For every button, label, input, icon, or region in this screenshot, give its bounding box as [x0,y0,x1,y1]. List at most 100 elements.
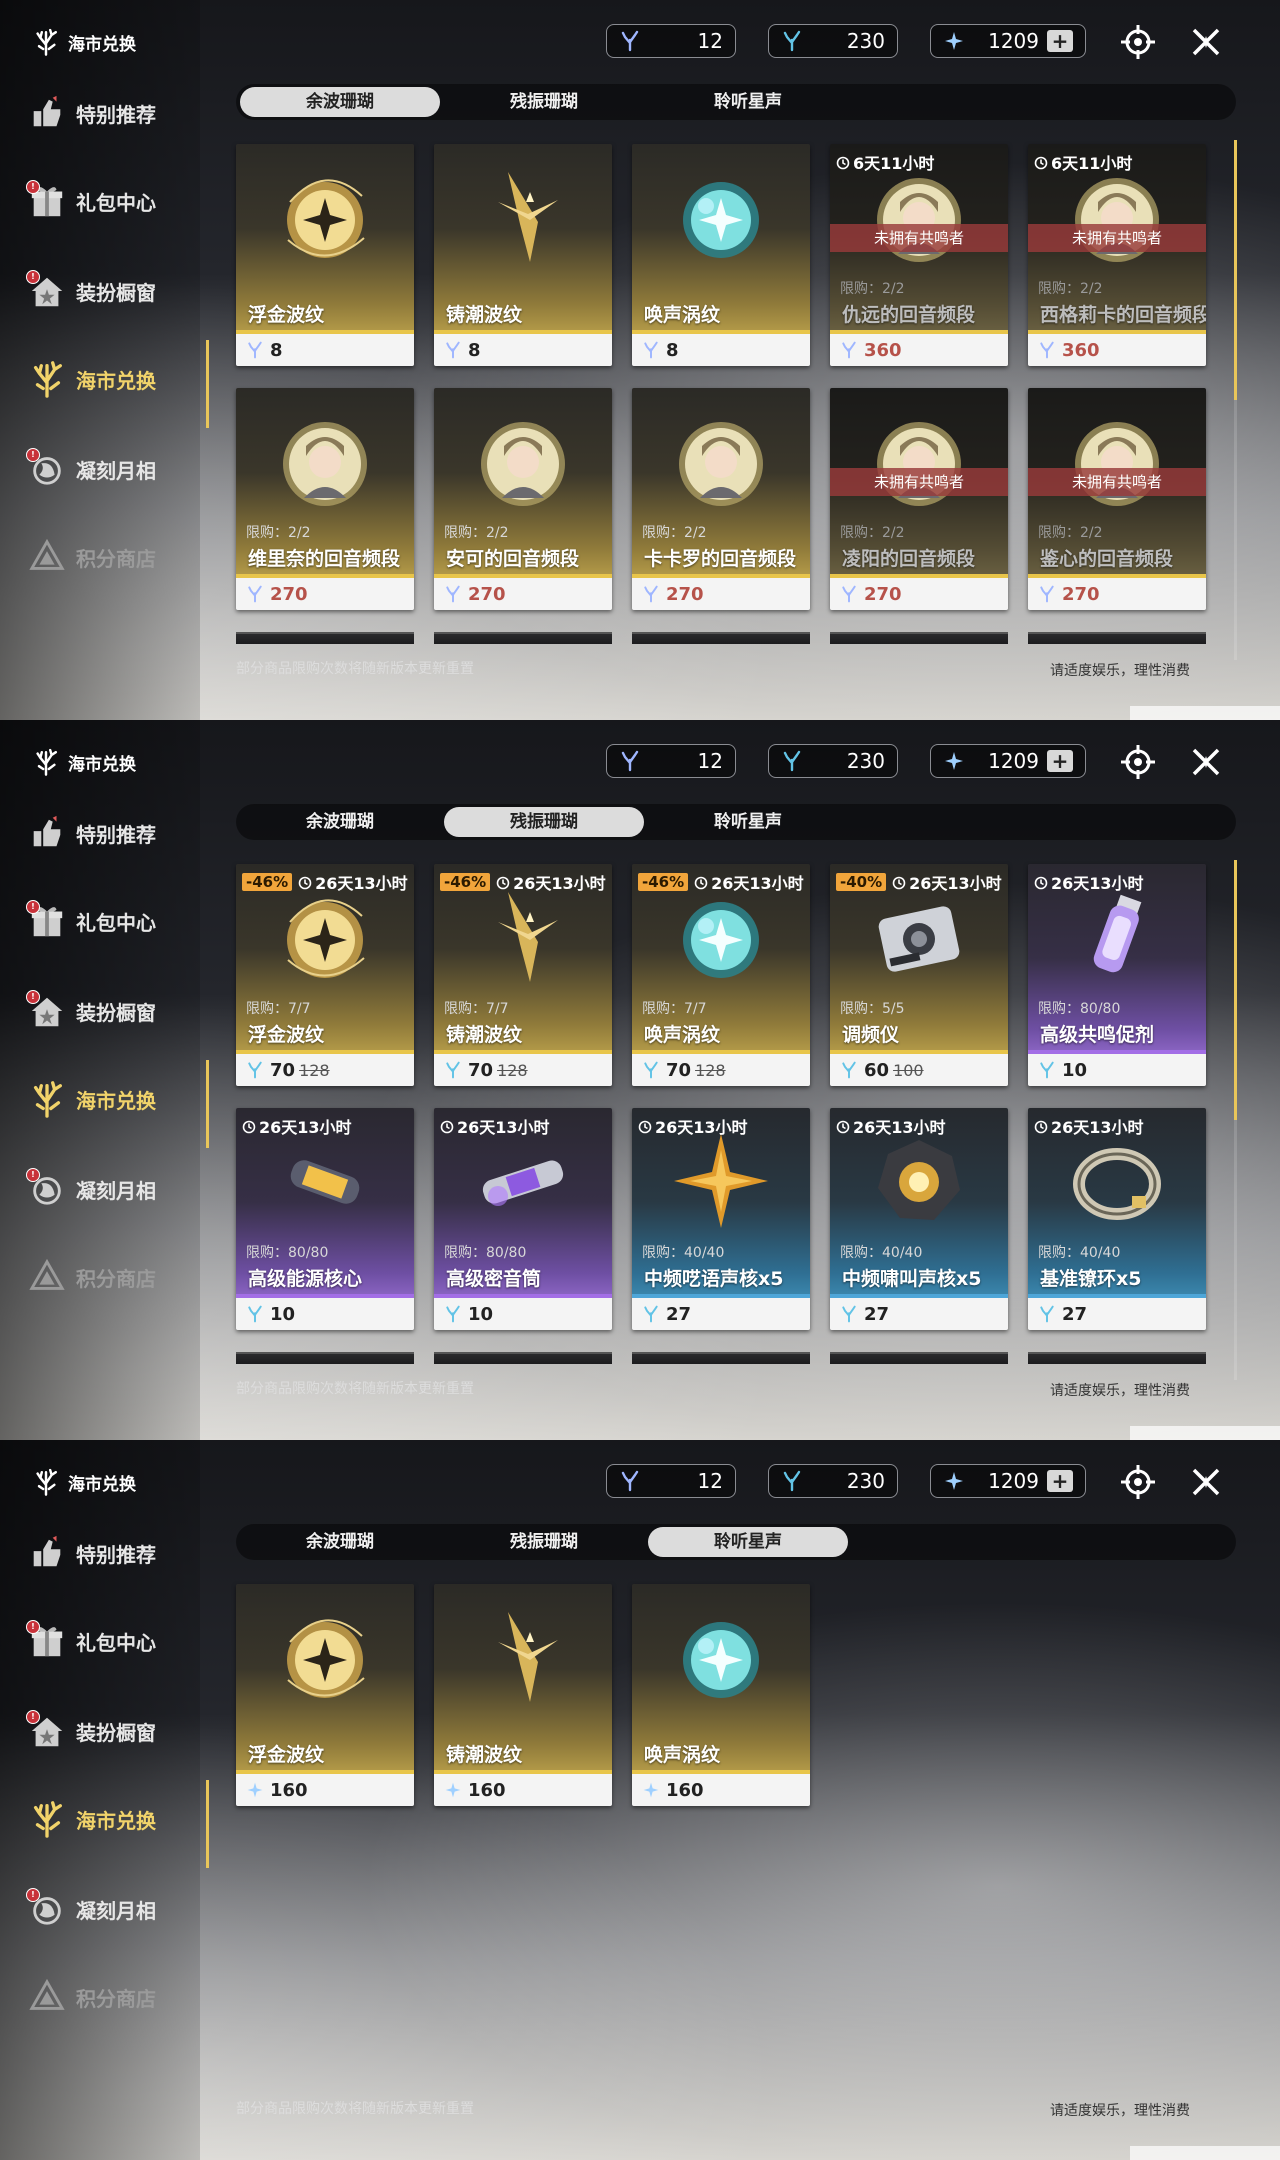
shop-item-card[interactable]: 唤声涡纹 8 [632,144,810,366]
item-name: 基准镣环x5 [1040,1268,1142,1290]
target-icon[interactable] [1118,742,1158,782]
close-icon[interactable] [1186,1462,1226,1502]
sidebar-item[interactable]: 积分商店 [28,1978,156,2016]
shop-item-card[interactable]: 唤声涡纹 160 [632,1584,810,1806]
oscillated-coral-icon [444,1305,462,1323]
shop-item-card[interactable]: 浮金波纹 160 [236,1584,414,1806]
currency-value: 230 [846,749,885,773]
coral-afterglow-counter[interactable]: 12 [606,744,736,778]
currency-value: 230 [846,1469,885,1493]
tab[interactable]: 余波珊瑚 [240,807,440,837]
shop-item-card[interactable]: 限购：2/2 维里奈的回音频段 270 [236,388,414,610]
shop-item-card[interactable]: 铸潮波纹 160 [434,1584,612,1806]
sidebar-item[interactable]: 海市兑换 [28,360,156,398]
coral-afterglow-counter[interactable]: 12 [606,24,736,58]
shop-item-card[interactable]: 浮金波纹 8 [236,144,414,366]
sidebar-item[interactable]: ! 礼包中心 [26,180,156,220]
shop-item-card-partial[interactable] [1028,1352,1206,1364]
shop-item-card-partial[interactable] [434,1352,612,1364]
sidebar-item[interactable]: ! 凝刻月相 [26,1888,156,1928]
tab[interactable]: 残振珊瑚 [444,87,644,117]
scrollbar[interactable] [1234,140,1237,660]
shop-item-card-partial[interactable] [236,632,414,644]
shop-item-card[interactable]: 26天13小时 限购：80/80 高级密音筒 10 [434,1108,612,1330]
sidebar-item[interactable]: ! 装扮橱窗 [26,1710,156,1750]
coral-oscillated-counter[interactable]: 230 [768,744,898,778]
shop-item-card[interactable]: -46% 26天13小时 限购：7/7 铸潮波纹 70 128 [434,864,612,1086]
target-icon[interactable] [1118,1462,1158,1502]
sidebar-item[interactable]: ! 装扮橱窗 [26,990,156,1030]
shop-item-card[interactable]: 26天13小时 限购：40/40 中频啸叫声核x5 27 [830,1108,1008,1330]
shop-item-card-partial[interactable] [236,1352,414,1364]
shop-item-card-partial[interactable] [830,1352,1008,1364]
sidebar-item[interactable]: ! 凝刻月相 [26,1168,156,1208]
close-icon[interactable] [1186,742,1226,782]
scroll-thumb[interactable] [1234,140,1237,400]
original-price: 128 [497,1060,528,1080]
tab[interactable]: 聆听星声 [648,1527,848,1557]
locked-banner: 未拥有共鸣者 [830,468,1008,496]
lunite-counter[interactable]: 1209 + [930,1464,1086,1498]
tab[interactable]: 聆听星声 [648,87,848,117]
sidebar-item[interactable]: 积分商店 [28,538,156,576]
sidebar-item[interactable]: ! 礼包中心 [26,1620,156,1660]
coral-oscillated-counter[interactable]: 230 [768,1464,898,1498]
sidebar-item[interactable]: 特别推荐 [28,1534,156,1572]
sidebar-item[interactable]: 积分商店 [28,1258,156,1296]
shop-item-card[interactable]: 26天13小时 限购：40/40 中频呓语声核x5 27 [632,1108,810,1330]
shop-item-card[interactable]: 26天13小时 限购：40/40 基准镣环x5 27 [1028,1108,1206,1330]
tab[interactable]: 聆听星声 [648,807,848,837]
capsule-icon [270,1126,380,1236]
close-icon[interactable] [1186,22,1226,62]
tab[interactable]: 残振珊瑚 [444,807,644,837]
shop-item-card-partial[interactable] [434,632,612,644]
shop-item-card-partial[interactable] [1028,632,1206,644]
shop-item-card[interactable]: 未拥有共鸣者 6天11小时 限购：2/2 仇远的回音频段 360 [830,144,1008,366]
shop-item-card[interactable]: -46% 26天13小时 限购：7/7 唤声涡纹 70 128 [632,864,810,1086]
clock-icon [496,875,510,890]
tab[interactable]: 余波珊瑚 [240,1527,440,1557]
shop-item-card[interactable]: 未拥有共鸣者 限购：2/2 凌阳的回音频段 270 [830,388,1008,610]
recommend-icon [28,1534,66,1572]
shop-item-card[interactable]: -40% 26天13小时 限购：5/5 调频仪 60 100 [830,864,1008,1086]
sidebar-item[interactable]: ! 礼包中心 [26,900,156,940]
portrait-icon [864,406,974,516]
timer-text: 26天13小时 [457,1118,550,1137]
shop-item-card-partial[interactable] [830,632,1008,644]
lunite-counter[interactable]: 1209 + [930,24,1086,58]
shop-item-card[interactable]: 未拥有共鸣者 6天11小时 限购：2/2 西格莉卡的回音频段 360 [1028,144,1206,366]
shop-item-card-partial[interactable] [632,1352,810,1364]
shop-item-card[interactable]: 限购：2/2 卡卡罗的回音频段 270 [632,388,810,610]
sidebar-item[interactable]: ! 凝刻月相 [26,448,156,488]
sidebar-item[interactable]: 海市兑换 [28,1080,156,1118]
shop-item-card[interactable]: 26天13小时 限购：80/80 高级能源核心 10 [236,1108,414,1330]
sidebar-item[interactable]: 海市兑换 [28,1800,156,1838]
shop-item-card[interactable]: 26天13小时 限购：80/80 高级共鸣促剂 10 [1028,864,1206,1086]
add-lunite-button[interactable]: + [1047,749,1073,773]
shop-item-card[interactable]: 铸潮波纹 8 [434,144,612,366]
purchase-limit: 限购：2/2 [1038,281,1103,297]
shop-item-card[interactable]: 限购：2/2 安可的回音频段 270 [434,388,612,610]
scrollbar[interactable] [1234,860,1237,1380]
scroll-thumb[interactable] [1234,860,1237,1120]
tab[interactable]: 余波珊瑚 [240,87,440,117]
shop-item-card[interactable]: 未拥有共鸣者 限购：2/2 鉴心的回音频段 270 [1028,388,1206,610]
lunite-counter[interactable]: 1209 + [930,744,1086,778]
sidebar-item[interactable]: ! 装扮橱窗 [26,270,156,310]
tab[interactable]: 残振珊瑚 [444,1527,644,1557]
coral-afterglow-counter[interactable]: 12 [606,1464,736,1498]
add-lunite-button[interactable]: + [1047,29,1073,53]
discount-badge: -46% [242,873,293,891]
shop-item-card[interactable]: -46% 26天13小时 限购：7/7 浮金波纹 70 128 [236,864,414,1086]
price-bar: 27 [1028,1298,1206,1330]
price-bar: 8 [236,334,414,366]
sidebar-item[interactable]: 特别推荐 [28,814,156,852]
shop-item-card-partial[interactable] [632,632,810,644]
add-lunite-button[interactable]: + [1047,1469,1073,1493]
coral-oscillated-counter[interactable]: 230 [768,24,898,58]
timer-text: 26天13小时 [259,1118,352,1137]
target-icon[interactable] [1118,22,1158,62]
purchase-limit: 限购：40/40 [1038,1245,1121,1261]
sidebar-item[interactable]: 特别推荐 [28,94,156,132]
timer-text: 26天13小时 [513,874,606,893]
